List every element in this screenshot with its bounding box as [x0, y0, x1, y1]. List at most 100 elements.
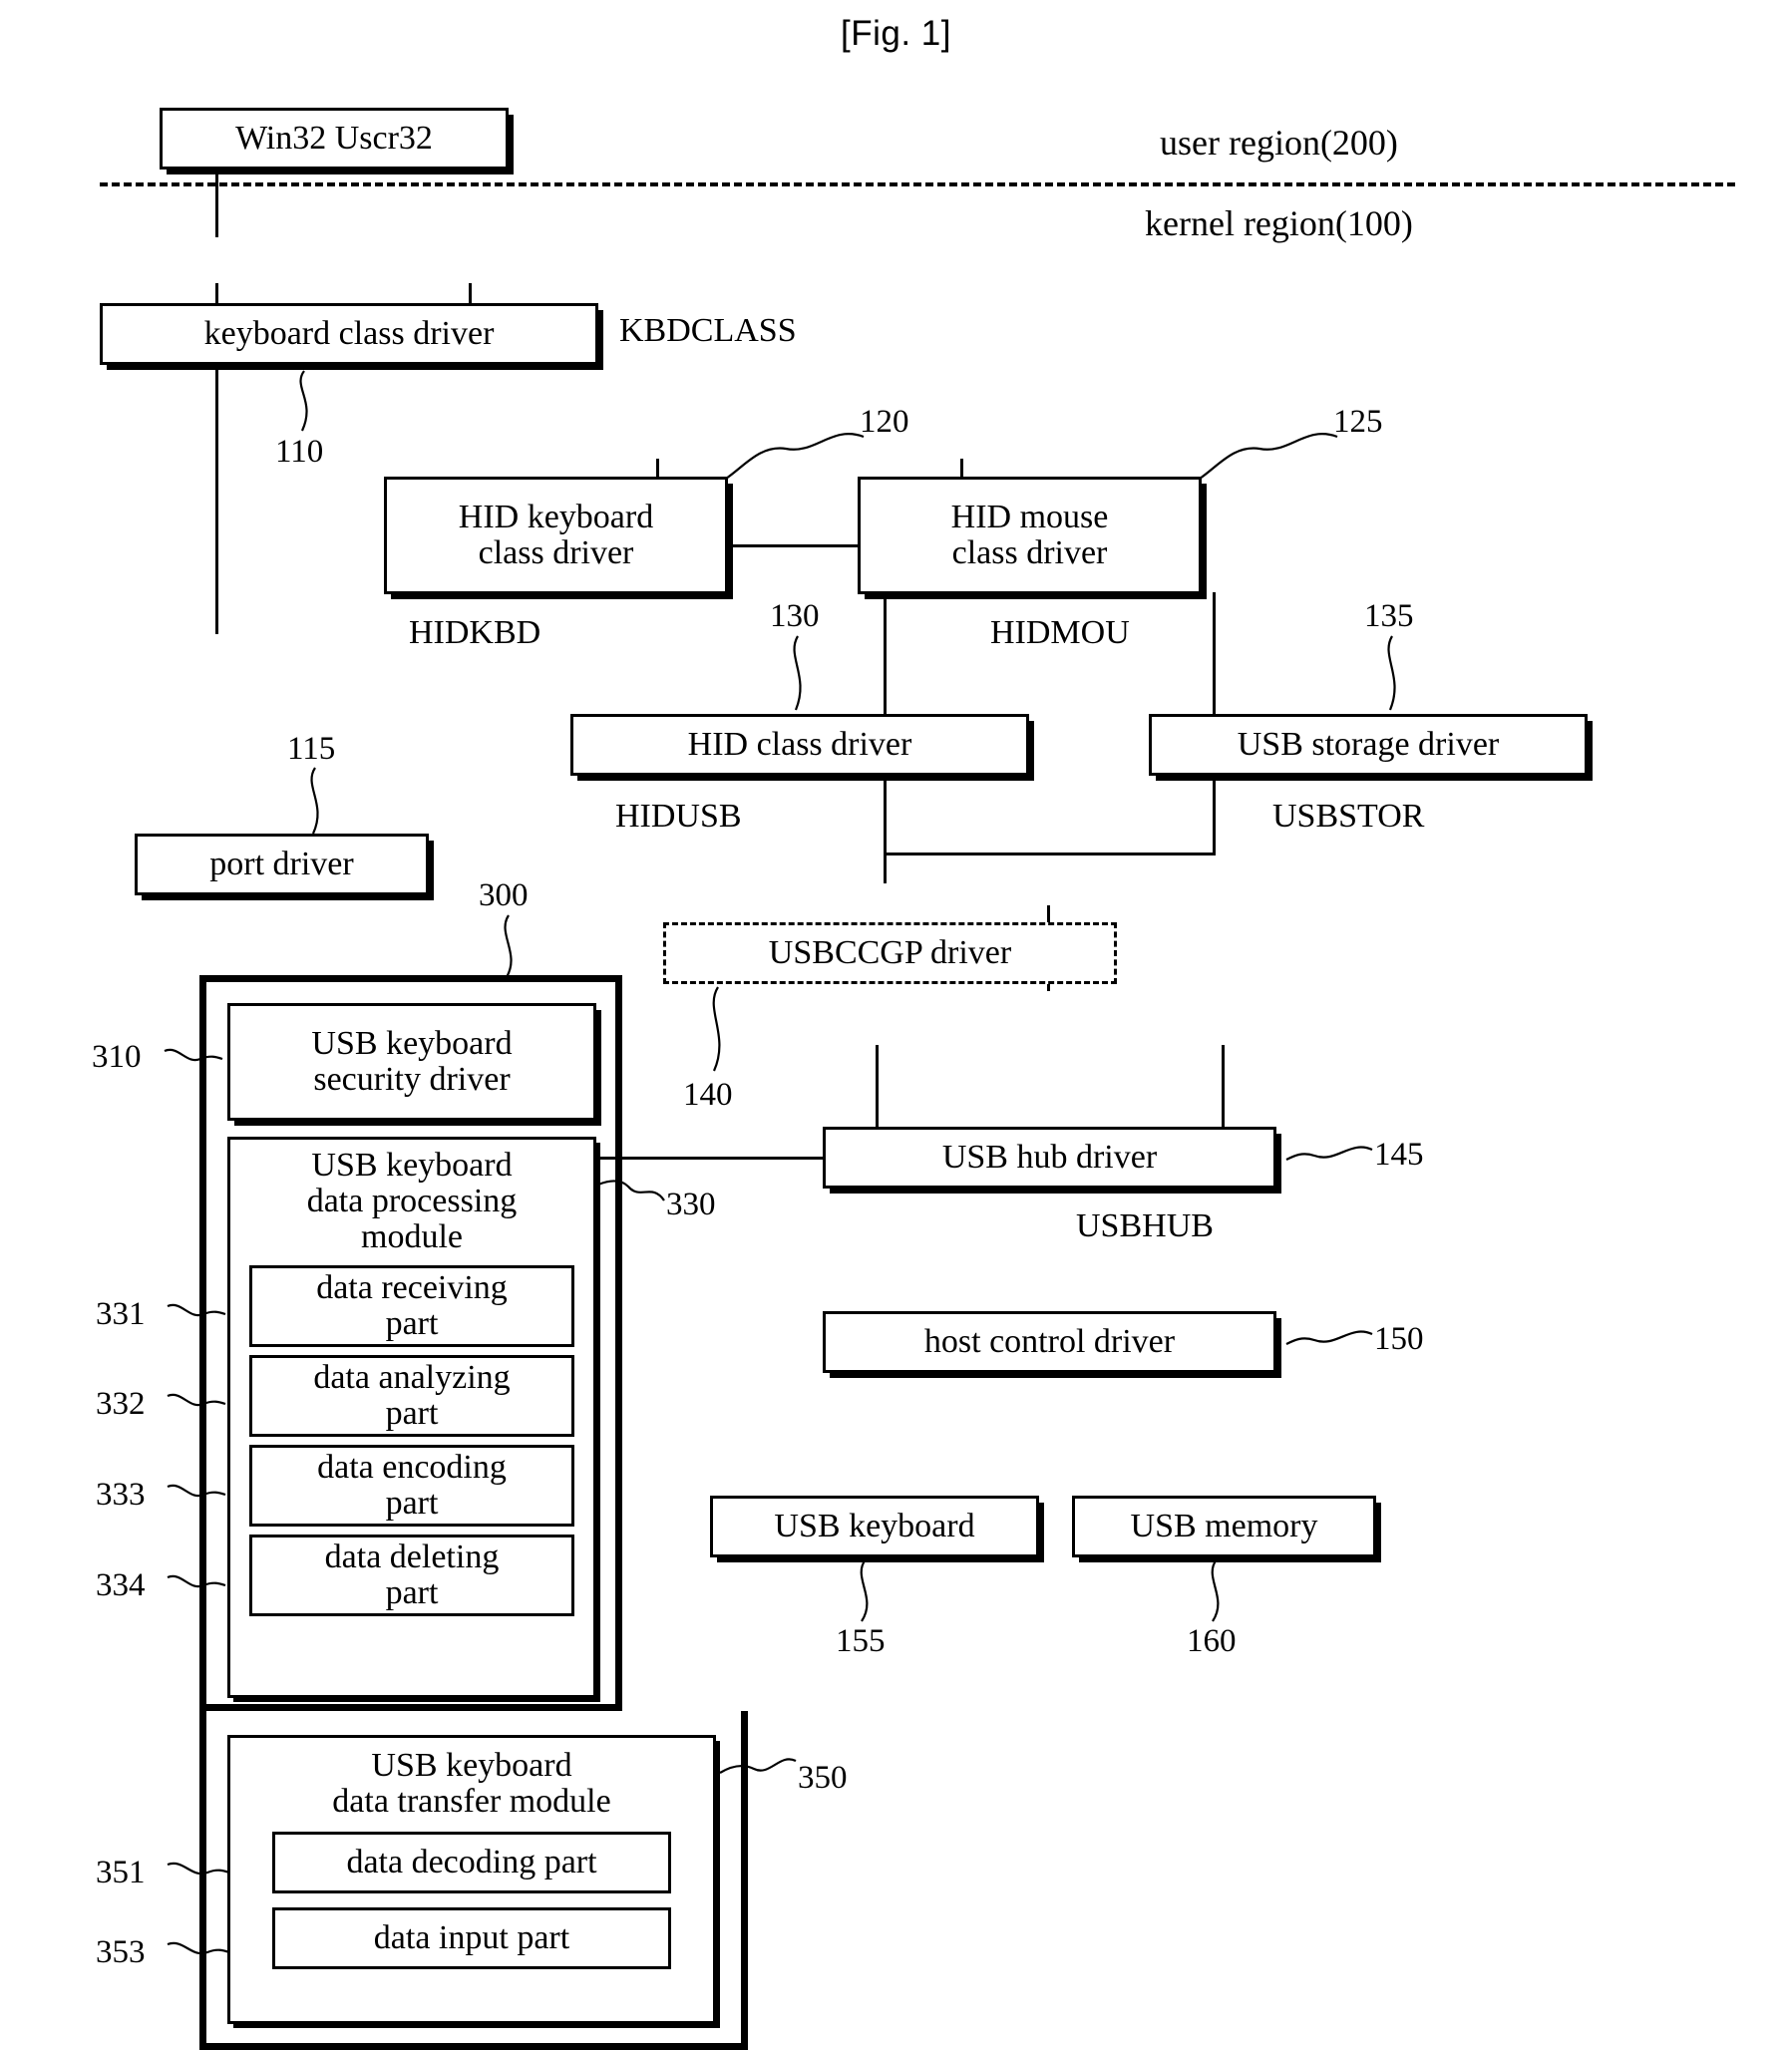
driver-name-usbhub: USBHUB: [1076, 1207, 1214, 1244]
ref-331: 331: [96, 1296, 146, 1332]
node-hid-class-driver-label: HID class driver: [687, 725, 912, 763]
node-hid-class-driver[interactable]: HID class driver: [570, 714, 1029, 776]
leader-332: [167, 1393, 226, 1407]
ref-145: 145: [1374, 1137, 1424, 1173]
ref-155: 155: [836, 1623, 886, 1659]
ref-334: 334: [96, 1567, 146, 1603]
node-data-encoding-part[interactable]: data encoding part: [249, 1445, 574, 1528]
leader-331: [167, 1303, 226, 1317]
ref-310: 310: [92, 1039, 142, 1075]
node-data-receiving-part[interactable]: data receiving part: [249, 1265, 574, 1348]
node-host-control-driver-label: host control driver: [923, 1322, 1176, 1360]
node-usb-keyboard-data-processing-module-line1: USB keyboard: [311, 1147, 513, 1184]
node-port-driver[interactable]: port driver: [135, 834, 429, 895]
node-data-encoding-part-line2: part: [385, 1485, 439, 1523]
leader-115: [310, 767, 319, 835]
node-usb-keyboard-security-driver[interactable]: USB keyboard security driver: [227, 1003, 596, 1121]
ref-332: 332: [96, 1386, 146, 1422]
leader-110: [299, 370, 308, 432]
node-usb-keyboard-data-processing-module-line3: module: [361, 1218, 463, 1256]
node-data-receiving-part-line2: part: [385, 1305, 439, 1343]
node-data-decoding-part[interactable]: data decoding part: [272, 1832, 671, 1894]
user-region-label: user region(200): [1160, 123, 1398, 163]
node-usb-storage-driver-label: USB storage driver: [1237, 725, 1500, 763]
node-hid-keyboard-class-driver-line2: class driver: [478, 534, 634, 571]
leader-155: [860, 1558, 869, 1622]
leader-135: [1387, 635, 1396, 711]
node-usb-hub-driver-label: USB hub driver: [941, 1138, 1158, 1176]
node-usbccgp-driver[interactable]: USBCCGP driver: [663, 922, 1117, 984]
node-data-deleting-part-line1: data deleting: [324, 1538, 500, 1576]
leader-125: [1199, 433, 1338, 480]
node-data-receiving-part-line1: data receiving: [316, 1269, 508, 1307]
driver-name-usbstor: USBSTOR: [1272, 798, 1425, 835]
driver-name-hidmou: HIDMOU: [990, 614, 1130, 651]
connector-hostcontrol-to-usbkeyboard: [876, 1045, 879, 1131]
node-data-encoding-part-line1: data encoding: [317, 1449, 507, 1487]
node-host-control-driver[interactable]: host control driver: [823, 1311, 1276, 1373]
node-usbccgp-driver-label: USBCCGP driver: [768, 933, 1012, 971]
node-usb-storage-driver[interactable]: USB storage driver: [1149, 714, 1588, 776]
leader-351: [167, 1862, 230, 1876]
driver-name-hidusb: HIDUSB: [615, 798, 742, 835]
leader-310: [164, 1048, 223, 1062]
ref-140: 140: [683, 1077, 733, 1113]
user-kernel-divider: [100, 182, 1735, 186]
leader-160: [1211, 1558, 1220, 1622]
ref-125: 125: [1333, 404, 1383, 440]
ref-353: 353: [96, 1934, 146, 1970]
node-hid-keyboard-class-driver[interactable]: HID keyboard class driver: [384, 477, 728, 594]
node-usb-memory-label: USB memory: [1130, 1507, 1318, 1544]
node-usb-keyboard-label: USB keyboard: [774, 1507, 975, 1544]
driver-name-hidkbd: HIDKBD: [409, 614, 541, 651]
node-usb-keyboard-data-transfer-module-line2: data transfer module: [332, 1783, 611, 1821]
figure-title: [Fig. 1]: [841, 14, 951, 53]
leader-145: [1285, 1146, 1373, 1161]
node-data-analyzing-part[interactable]: data analyzing part: [249, 1355, 574, 1438]
node-data-input-part[interactable]: data input part: [272, 1907, 671, 1970]
ref-120: 120: [860, 404, 909, 440]
node-win32-user32[interactable]: Win32 Uscr32: [160, 108, 509, 170]
node-data-analyzing-part-line2: part: [385, 1395, 439, 1433]
leader-130: [793, 635, 802, 711]
node-data-analyzing-part-line1: data analyzing: [313, 1359, 511, 1397]
ref-110: 110: [275, 434, 324, 470]
ref-135: 135: [1364, 598, 1414, 634]
leader-140: [712, 986, 721, 1072]
node-hid-mouse-class-driver-line1: HID mouse: [950, 498, 1109, 535]
node-keyboard-class-driver-label: keyboard class driver: [203, 314, 495, 352]
node-usb-hub-driver[interactable]: USB hub driver: [823, 1127, 1276, 1189]
node-usb-keyboard-data-processing-module-line2: data processing: [306, 1183, 518, 1220]
node-data-deleting-part[interactable]: data deleting part: [249, 1535, 574, 1617]
node-usb-memory[interactable]: USB memory: [1072, 1496, 1376, 1557]
node-usb-keyboard[interactable]: USB keyboard: [710, 1496, 1039, 1557]
figure-canvas: [Fig. 1] user region(200) kernel region(…: [0, 0, 1792, 2050]
ref-330: 330: [666, 1187, 716, 1222]
ref-130: 130: [770, 598, 820, 634]
node-hid-keyboard-class-driver-line1: HID keyboard: [458, 498, 654, 535]
node-usb-keyboard-security-driver-line2: security driver: [313, 1061, 511, 1098]
leader-333: [167, 1484, 226, 1498]
ref-150: 150: [1374, 1321, 1424, 1357]
node-hid-mouse-class-driver[interactable]: HID mouse class driver: [858, 477, 1202, 594]
driver-name-kbdclass: KBDCLASS: [619, 312, 797, 349]
node-data-deleting-part-line2: part: [385, 1574, 439, 1612]
kernel-region-label: kernel region(100): [1145, 203, 1413, 243]
ref-160: 160: [1187, 1623, 1237, 1659]
node-hid-mouse-class-driver-line2: class driver: [951, 534, 1108, 571]
node-data-decoding-part-label: data decoding part: [346, 1844, 597, 1881]
leader-120: [725, 433, 865, 480]
node-data-input-part-label: data input part: [373, 1919, 570, 1957]
node-keyboard-class-driver[interactable]: keyboard class driver: [100, 303, 598, 365]
node-win32-user32-label: Win32 Uscr32: [235, 119, 433, 157]
ref-300: 300: [479, 877, 529, 913]
node-usb-keyboard-data-transfer-module-line1: USB keyboard: [371, 1747, 572, 1784]
node-usb-keyboard-data-processing-module[interactable]: USB keyboard data processing module data…: [227, 1137, 596, 1698]
connector-usbhub-top-bar: [884, 853, 1216, 855]
connector-hostcontrol-to-usbmemory: [1222, 1045, 1225, 1131]
node-usb-keyboard-security-driver-line1: USB keyboard: [311, 1024, 513, 1062]
leader-334: [167, 1574, 226, 1588]
leader-330: [597, 1180, 665, 1201]
node-usb-keyboard-data-transfer-module[interactable]: USB keyboard data transfer module data d…: [227, 1735, 716, 2024]
node-port-driver-label: port driver: [209, 845, 354, 882]
